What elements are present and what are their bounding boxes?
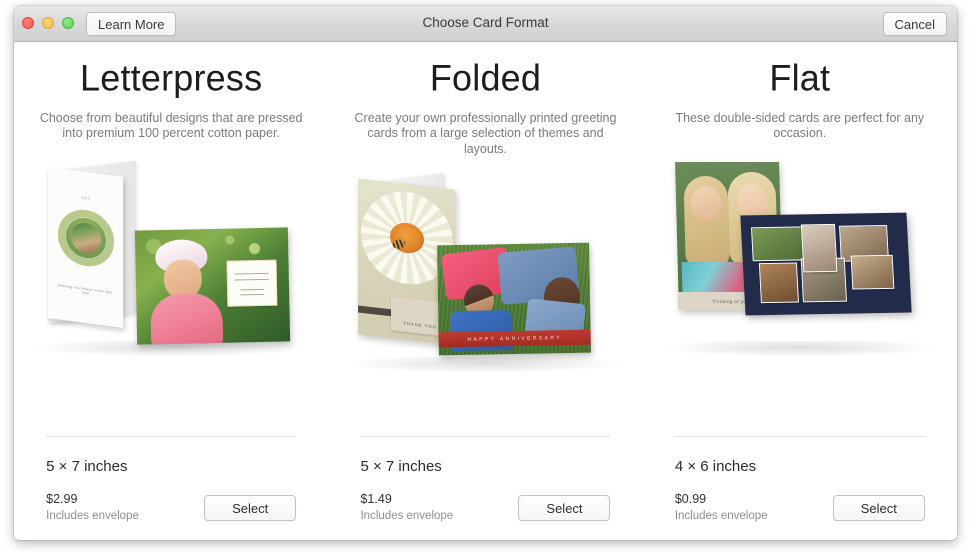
choose-card-format-window: Learn More Choose Card Format Cancel Let… xyxy=(14,6,957,540)
anniversary-banner: HAPPY ANNIVERSARY xyxy=(439,329,592,348)
girl-left-face xyxy=(690,186,722,221)
note-line xyxy=(240,294,265,297)
card-price-folded: $1.49 xyxy=(360,492,392,506)
letterpress-card-footer-text: Wishing You Peace in the New Year xyxy=(58,283,113,296)
format-artwork-flat: Thinking of you xyxy=(655,156,945,371)
envelope-note-letterpress: Includes envelope xyxy=(46,509,139,522)
card-size-folded: 5 × 7 inches xyxy=(360,458,442,475)
price-block: $0.99 Includes envelope xyxy=(675,492,768,522)
format-info-letterpress: 5 × 7 inches $2.99 Includes envelope Sel… xyxy=(46,436,297,522)
card-price-flat: $0.99 xyxy=(674,492,707,506)
collage-photo xyxy=(850,255,895,290)
maximize-button[interactable] xyxy=(62,17,74,29)
letterpress-card-header-text: 2013 xyxy=(81,195,90,201)
price-row-flat: $0.99 Includes envelope Select xyxy=(675,492,925,522)
format-column-folded[interactable]: Folded Create your own professionally pr… xyxy=(328,42,642,539)
format-title-flat: Flat xyxy=(769,56,831,99)
collage-photo xyxy=(750,226,807,262)
format-artwork-folded: THANK YOU HAPPY ANNIVERSARY xyxy=(340,172,630,387)
format-artwork-letterpress: 2013 Wishing You Peace in the New Year xyxy=(26,156,316,371)
select-button-flat[interactable]: Select xyxy=(832,495,925,521)
format-title-folded: Folded xyxy=(429,56,542,99)
format-column-flat[interactable]: Flat These double-sided cards are perfec… xyxy=(643,42,957,539)
card-size-flat: 4 × 6 inches xyxy=(674,458,757,475)
thinking-of-you-text: Thinking of you xyxy=(711,298,750,304)
format-info-flat: 4 × 6 inches $0.99 Includes envelope Sel… xyxy=(674,436,925,522)
thank-you-text: THANK YOU xyxy=(403,320,438,330)
note-line xyxy=(240,289,265,292)
artwork-shadow xyxy=(664,341,935,358)
select-button-letterpress[interactable]: Select xyxy=(204,495,297,521)
card-size-letterpress: 5 × 7 inches xyxy=(46,458,128,475)
select-button-folded[interactable]: Select xyxy=(518,495,611,521)
letterpress-invitation-note xyxy=(226,259,278,308)
folded-flat-photo-card: HAPPY ANNIVERSARY xyxy=(437,242,592,356)
format-description-letterpress: Choose from beautiful designs that are p… xyxy=(39,110,303,141)
cancel-button[interactable]: Cancel xyxy=(882,12,947,36)
artwork-shadow xyxy=(350,357,621,374)
learn-more-button[interactable]: Learn More xyxy=(86,12,177,36)
format-title-letterpress: Letterpress xyxy=(80,56,263,99)
collage-photo xyxy=(800,224,838,273)
note-line xyxy=(235,279,270,282)
minimize-button[interactable] xyxy=(42,17,54,29)
price-block: $2.99 Includes envelope xyxy=(46,492,139,522)
note-line xyxy=(234,273,269,276)
price-row-letterpress: $2.99 Includes envelope Select xyxy=(46,492,297,522)
screenshot-stage: Learn More Choose Card Format Cancel Let… xyxy=(0,0,971,552)
girl-right-face xyxy=(736,184,769,220)
close-button[interactable] xyxy=(22,17,34,29)
card-price-letterpress: $2.99 xyxy=(46,492,78,506)
anniversary-banner-text: HAPPY ANNIVERSARY xyxy=(467,334,563,343)
format-info-folded: 5 × 7 inches $1.49 Includes envelope Sel… xyxy=(360,436,611,522)
price-row-folded: $1.49 Includes envelope Select xyxy=(360,492,611,522)
info-divider xyxy=(360,436,611,437)
window-titlebar: Learn More Choose Card Format Cancel xyxy=(14,6,957,42)
format-description-flat: These double-sided cards are perfect for… xyxy=(675,110,925,141)
envelope-note-flat: Includes envelope xyxy=(674,509,768,522)
card-format-columns: Letterpress Choose from beautiful design… xyxy=(14,42,957,539)
envelope-note-folded: Includes envelope xyxy=(360,509,454,522)
letterpress-card-front-panel: 2013 Wishing You Peace in the New Year xyxy=(48,167,124,329)
info-divider xyxy=(46,436,297,437)
baby-dress-shape xyxy=(150,293,224,345)
flat-collage-card xyxy=(740,212,912,316)
letterpress-flat-photo-card xyxy=(134,227,291,345)
format-column-letterpress[interactable]: Letterpress Choose from beautiful design… xyxy=(14,42,328,539)
info-divider xyxy=(674,436,925,437)
wreath-photo-frame xyxy=(57,206,114,271)
price-block: $1.49 Includes envelope xyxy=(360,492,453,522)
collage-photo xyxy=(758,262,799,304)
format-description-folded: Create your own professionally printed g… xyxy=(354,110,617,157)
daisy-center xyxy=(389,221,424,256)
traffic-lights xyxy=(22,17,74,29)
